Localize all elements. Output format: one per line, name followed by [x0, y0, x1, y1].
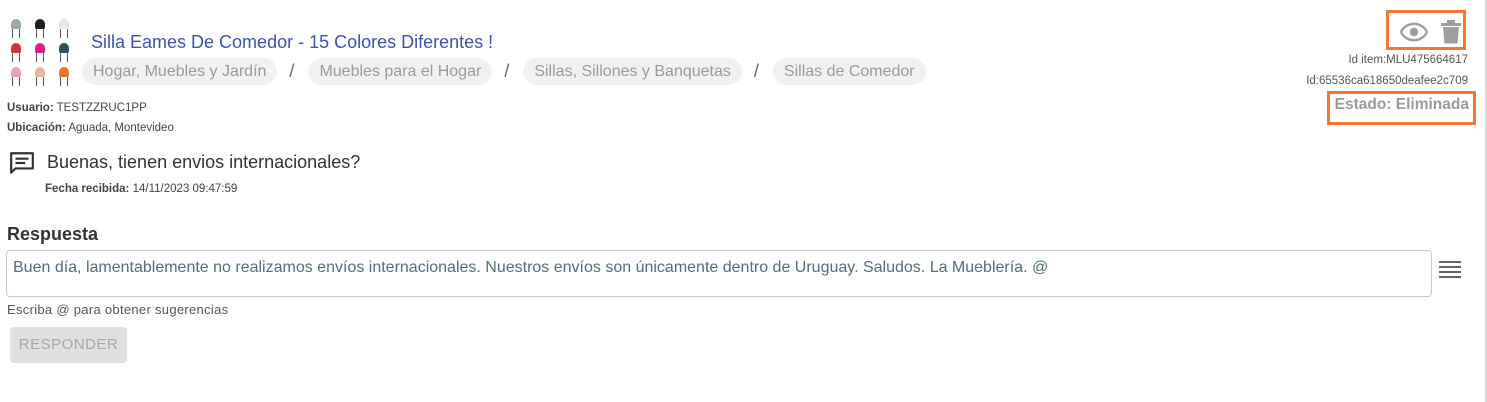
document-id: Id:65536ca618650deafee2c709: [1306, 75, 1468, 87]
chair-swatch: [56, 67, 72, 87]
chair-swatch: [32, 19, 48, 39]
product-title[interactable]: Silla Eames De Comedor - 15 Colores Dife…: [91, 32, 493, 53]
trash-icon[interactable]: [1440, 20, 1462, 44]
message-icon: [10, 152, 34, 174]
date-value: 14/11/2023 09:47:59: [132, 183, 238, 195]
user-label: Usuario:: [7, 102, 54, 114]
breadcrumb-item[interactable]: Muebles para el Hogar: [308, 57, 493, 85]
breadcrumb-separator: /: [753, 60, 759, 81]
user-info: Usuario: TESTZZRUC1PP: [7, 102, 147, 114]
chair-swatch: [32, 43, 48, 63]
date-label: Fecha recibida:: [45, 183, 130, 195]
location-info: Ubicación: Aguada, Montevideo: [7, 122, 174, 134]
chair-swatch: [56, 19, 72, 39]
eye-icon[interactable]: [1400, 22, 1428, 42]
chair-swatch: [8, 19, 24, 39]
chair-swatch: [8, 43, 24, 63]
breadcrumb-item[interactable]: Hogar, Muebles y Jardín: [82, 57, 278, 85]
breadcrumb-separator: /: [289, 60, 295, 81]
status-badge: Estado: Eliminada: [1334, 96, 1469, 113]
chair-swatch: [32, 67, 48, 87]
question-text: Buenas, tienen envios internacionales?: [47, 152, 361, 172]
breadcrumb: Hogar, Muebles y Jardín / Muebles para el …: [82, 57, 926, 85]
item-id: Id item:MLU475664617: [1348, 54, 1468, 66]
question-date: Fecha recibida: 14/11/2023 09:47:59: [45, 183, 237, 195]
location-value: Aguada, Montevideo: [68, 122, 174, 134]
respond-button[interactable]: RESPONDER: [10, 327, 127, 363]
breadcrumb-item[interactable]: Sillas, Sillones y Banquetas: [523, 57, 742, 85]
breadcrumb-separator: /: [504, 60, 510, 81]
product-thumbnail[interactable]: [8, 19, 80, 91]
breadcrumb-item[interactable]: Sillas de Comedor: [772, 57, 926, 85]
chair-swatch: [56, 43, 72, 63]
answer-hint: Escriba @ para obtener sugerencias: [7, 302, 229, 317]
menu-lines-icon[interactable]: [1439, 260, 1461, 278]
answer-input-value[interactable]: Buen día, lamentablemente no realizamos …: [13, 259, 1048, 277]
chair-swatch: [8, 67, 24, 87]
user-value: TESTZZRUC1PP: [56, 102, 147, 114]
answer-label: Respuesta: [7, 224, 99, 244]
location-label: Ubicación:: [7, 122, 66, 134]
